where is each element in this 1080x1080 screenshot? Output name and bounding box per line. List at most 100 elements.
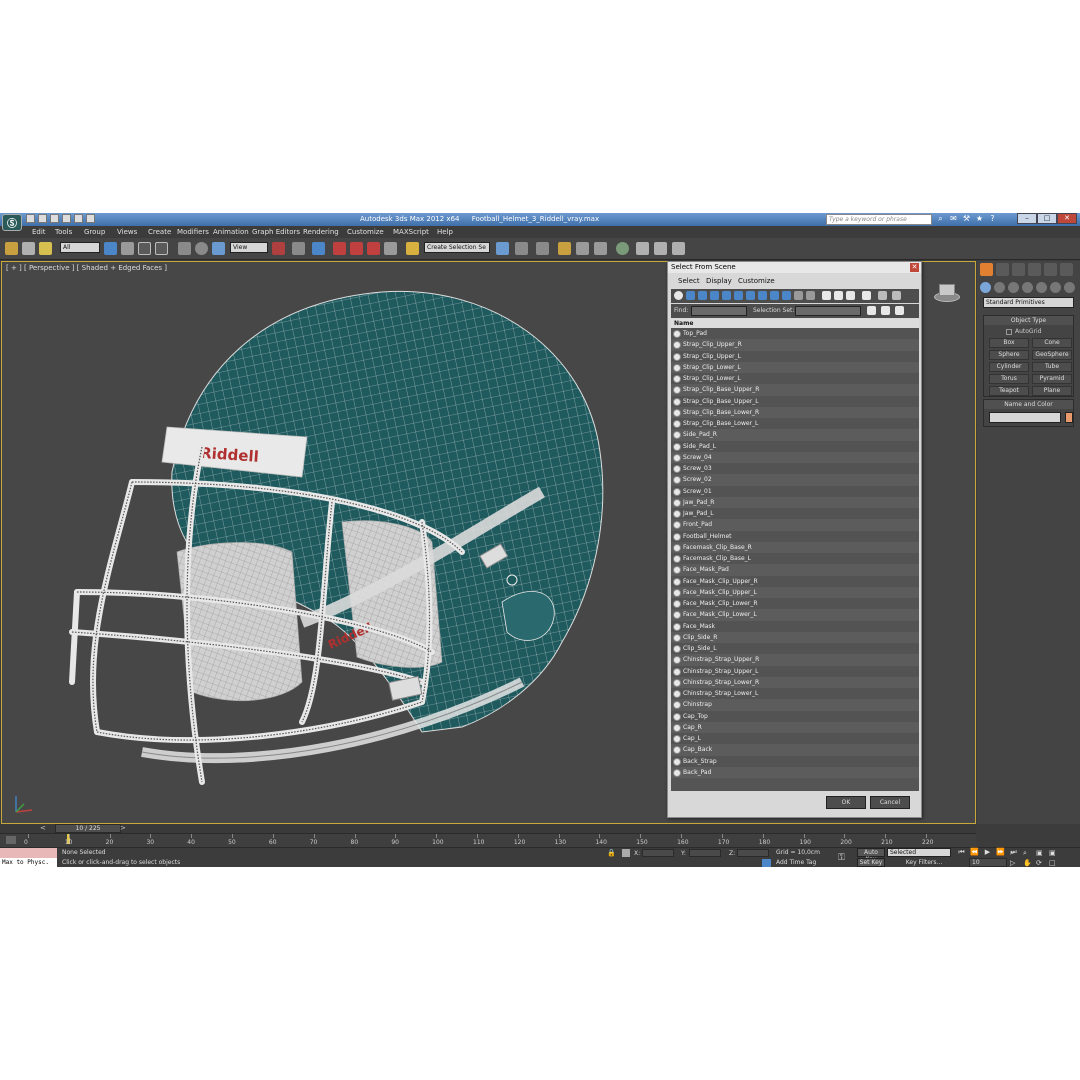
maximize-viewport-icon[interactable]: □ xyxy=(1049,859,1062,867)
list-item[interactable]: Face_Mask_Clip_Upper_L xyxy=(671,586,919,598)
menu-edit[interactable]: Edit xyxy=(32,228,46,236)
select-none-icon[interactable] xyxy=(895,306,904,315)
list-item[interactable]: Jaw_Pad_L xyxy=(671,508,919,520)
list-item[interactable]: Screw_04 xyxy=(671,451,919,463)
zoom-icon[interactable]: ⌕ xyxy=(1010,849,1023,857)
mirror-icon[interactable] xyxy=(496,242,509,255)
keyboard-shortcut-override-icon[interactable] xyxy=(312,242,325,255)
curve-editor-icon[interactable] xyxy=(576,242,589,255)
named-selection-dropdown[interactable]: Create Selection Se xyxy=(424,242,490,253)
list-item[interactable]: Front_Pad xyxy=(671,519,919,531)
list-item[interactable]: Strap_Clip_Base_Lower_L xyxy=(671,418,919,430)
autogrid-checkbox[interactable]: AutoGrid xyxy=(1006,328,1042,335)
viewcube[interactable] xyxy=(930,284,964,308)
percent-snap-icon[interactable] xyxy=(367,242,380,255)
menu-rendering[interactable]: Rendering xyxy=(303,228,339,236)
sync-selection-icon[interactable] xyxy=(862,291,871,300)
menu-customize[interactable]: Customize xyxy=(347,228,384,236)
space-warps-icon[interactable] xyxy=(1050,282,1061,293)
new-file-icon[interactable] xyxy=(26,214,35,223)
display-shapes-icon[interactable] xyxy=(686,291,695,300)
systems-icon[interactable] xyxy=(1064,282,1075,293)
key-mode-dropdown[interactable]: Selected xyxy=(887,848,951,857)
list-item[interactable]: Chinstrap_Strap_Upper_L xyxy=(671,665,919,677)
set-key-icon[interactable]: ⚿ xyxy=(838,853,845,863)
lights-icon[interactable] xyxy=(1008,282,1019,293)
display-xrefs-icon[interactable] xyxy=(758,291,767,300)
selection-filter-dropdown[interactable]: All xyxy=(60,242,100,253)
select-object-icon[interactable] xyxy=(104,242,117,255)
select-and-scale-icon[interactable] xyxy=(212,242,225,255)
object-name-input[interactable] xyxy=(989,412,1061,423)
menu-group[interactable]: Group xyxy=(84,228,105,236)
menu-tools[interactable]: Tools xyxy=(55,228,72,236)
list-item[interactable]: Strap_Clip_Base_Upper_R xyxy=(671,384,919,396)
go-to-start-icon[interactable]: ⏮ xyxy=(956,848,967,857)
track-bar[interactable]: 0 10 20 30 40 50 60 70 80 90 100 110 120 130 140 150 160… xyxy=(0,833,976,847)
time-slider[interactable]: < 10 / 225 > xyxy=(0,824,976,833)
list-item[interactable]: Screw_02 xyxy=(671,474,919,486)
search-input[interactable]: Type a keyword or phrase xyxy=(826,214,932,225)
list-item[interactable]: Jaw_Pad_R xyxy=(671,496,919,508)
x-coordinate-field[interactable] xyxy=(642,849,674,857)
list-item[interactable]: Chinstrap_Strap_Lower_R xyxy=(671,676,919,688)
cylinder-button[interactable]: Cylinder xyxy=(989,362,1029,372)
project-folder-icon[interactable] xyxy=(86,214,95,223)
spinner-snap-icon[interactable] xyxy=(384,242,397,255)
selection-set-dropdown[interactable] xyxy=(795,306,861,316)
render-production-icon[interactable] xyxy=(672,242,685,255)
layer-manager-icon[interactable] xyxy=(536,242,549,255)
maxscript-mini-listener[interactable]: Max to Physc. xyxy=(0,858,57,867)
next-frame-icon[interactable]: > xyxy=(120,824,126,832)
object-color-swatch[interactable] xyxy=(1065,412,1073,423)
angle-snap-icon[interactable] xyxy=(350,242,363,255)
list-item[interactable]: Strap_Clip_Upper_R xyxy=(671,339,919,351)
hierarchy-icon[interactable] xyxy=(892,291,901,300)
list-item[interactable]: Screw_03 xyxy=(671,463,919,475)
material-editor-icon[interactable] xyxy=(616,242,629,255)
list-item[interactable]: Chinstrap_Strap_Upper_R xyxy=(671,654,919,666)
ok-button[interactable]: OK xyxy=(826,796,866,809)
mini-curve-editor-icon[interactable] xyxy=(6,836,16,844)
pyramid-button[interactable]: Pyramid xyxy=(1032,374,1072,384)
dialog-menu-customize[interactable]: Customize xyxy=(738,277,775,285)
list-item[interactable]: Screw_01 xyxy=(671,485,919,497)
plane-button[interactable]: Plane xyxy=(1032,386,1072,396)
list-item[interactable]: Strap_Clip_Upper_L xyxy=(671,350,919,362)
dialog-menu-select[interactable]: Select xyxy=(678,277,700,285)
list-item[interactable]: Cap_Top xyxy=(671,710,919,722)
box-button[interactable]: Box xyxy=(989,338,1029,348)
z-coordinate-field[interactable] xyxy=(737,849,769,857)
field-of-view-icon[interactable]: ▷ xyxy=(1010,859,1023,867)
menu-animation[interactable]: Animation xyxy=(213,228,249,236)
hierarchy-tab-icon[interactable] xyxy=(1012,263,1025,276)
render-setup-icon[interactable] xyxy=(636,242,649,255)
shapes-icon[interactable] xyxy=(994,282,1005,293)
previous-key-icon[interactable]: ⏪ xyxy=(969,848,980,857)
tools-icon[interactable]: ⚒ xyxy=(962,214,971,223)
list-item[interactable]: Football_Helmet xyxy=(671,530,919,542)
select-and-link-icon[interactable] xyxy=(5,242,18,255)
rendered-frame-window-icon[interactable] xyxy=(654,242,667,255)
display-all-icon[interactable] xyxy=(822,291,831,300)
current-frame-field[interactable]: 10 xyxy=(969,858,1007,867)
menu-modifiers[interactable]: Modifiers xyxy=(177,228,209,236)
snaps-toggle-icon[interactable] xyxy=(333,242,346,255)
dialog-menu-display[interactable]: Display xyxy=(706,277,732,285)
save-file-icon[interactable] xyxy=(50,214,59,223)
list-item[interactable]: Chinstrap xyxy=(671,699,919,711)
key-filters-button[interactable]: Key Filters... xyxy=(896,858,952,867)
display-none-icon[interactable] xyxy=(834,291,843,300)
create-tab-icon[interactable] xyxy=(980,263,993,276)
menu-help[interactable]: Help xyxy=(437,228,453,236)
maxscript-listener-output[interactable] xyxy=(0,848,57,858)
bind-space-warp-icon[interactable] xyxy=(39,242,52,255)
list-item[interactable]: Facemask_Clip_Base_L xyxy=(671,553,919,565)
unlink-icon[interactable] xyxy=(22,242,35,255)
list-item[interactable]: Cap_Back xyxy=(671,744,919,756)
tube-button[interactable]: Tube xyxy=(1032,362,1072,372)
list-item[interactable]: Strap_Clip_Lower_L xyxy=(671,361,919,373)
redo-icon[interactable] xyxy=(74,214,83,223)
list-item[interactable]: Strap_Clip_Base_Lower_R xyxy=(671,406,919,418)
previous-frame-icon[interactable]: < xyxy=(40,824,46,832)
